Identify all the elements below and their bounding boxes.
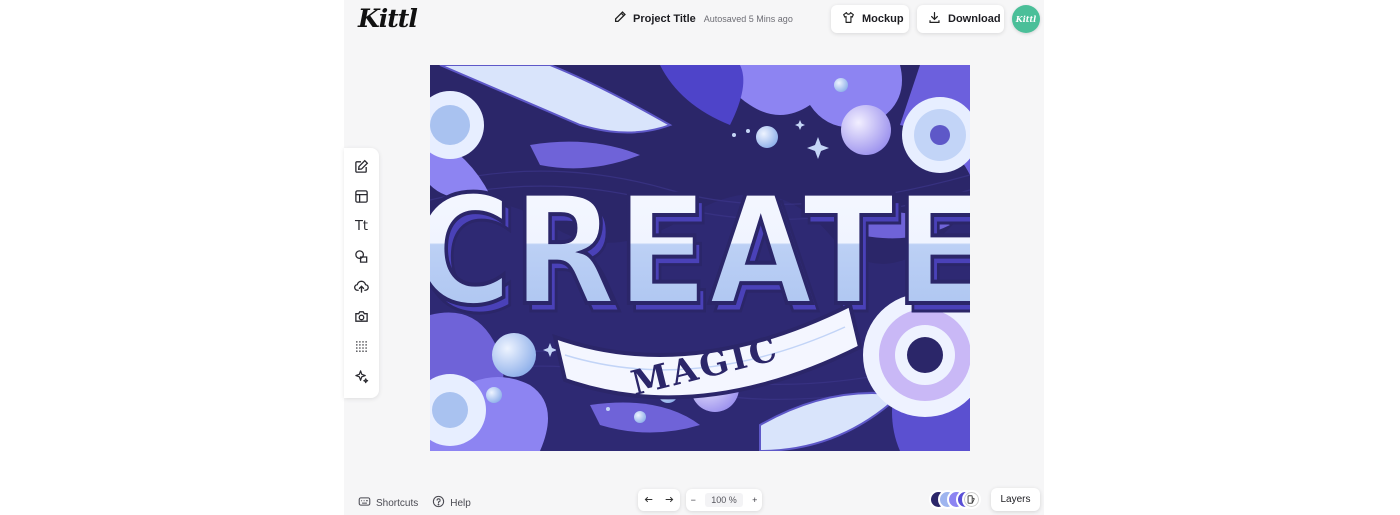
shortcuts-label: Shortcuts [376, 497, 419, 509]
palette-edit-icon[interactable] [962, 490, 981, 509]
project-title-area[interactable]: Project Title Autosaved 5 Mins ago [614, 11, 793, 27]
project-title[interactable]: Project Title [633, 13, 696, 25]
camera-icon[interactable] [353, 308, 370, 325]
pencil-icon [614, 10, 627, 28]
artwork-headline-front: CREATE [430, 164, 970, 338]
text-icon[interactable]: Tt [353, 218, 370, 235]
download-button[interactable]: Download [917, 5, 1004, 33]
layers-button[interactable]: Layers [991, 488, 1040, 511]
help-link[interactable]: Help [432, 495, 471, 511]
zoom-in-button[interactable]: + [752, 495, 757, 505]
texture-icon[interactable] [353, 338, 370, 355]
design-artwork[interactable]: CREATE CREATE MAGIC [430, 65, 970, 451]
color-palette[interactable] [929, 490, 981, 510]
undo-icon[interactable] [643, 494, 654, 507]
history-controls [638, 489, 680, 511]
left-toolbar: Tt [344, 148, 379, 398]
help-icon [432, 495, 445, 511]
redo-icon[interactable] [664, 494, 675, 507]
tshirt-icon [842, 11, 855, 27]
upload-icon[interactable] [353, 278, 370, 295]
kittl-logo[interactable]: Kittl [358, 4, 418, 33]
shortcuts-link[interactable]: Shortcuts [358, 495, 418, 511]
footer-links: Shortcuts Help [358, 495, 471, 511]
zoom-out-button[interactable]: − [691, 495, 696, 505]
sparkle-icon[interactable] [353, 368, 370, 385]
autosave-status: Autosaved 5 Mins ago [703, 14, 793, 24]
zoom-controls: − 100 % + [686, 489, 762, 511]
edit-icon[interactable] [353, 158, 370, 175]
mockup-button[interactable]: Mockup [831, 5, 909, 33]
zoom-value[interactable]: 100 % [705, 493, 743, 507]
user-avatar[interactable]: Kittl [1012, 5, 1040, 33]
shapes-icon[interactable] [353, 248, 370, 265]
download-icon [928, 11, 941, 27]
help-label: Help [450, 497, 471, 509]
mockup-label: Mockup [862, 13, 904, 25]
download-label: Download [948, 13, 1001, 25]
templates-icon[interactable] [353, 188, 370, 205]
keyboard-icon [358, 495, 371, 511]
